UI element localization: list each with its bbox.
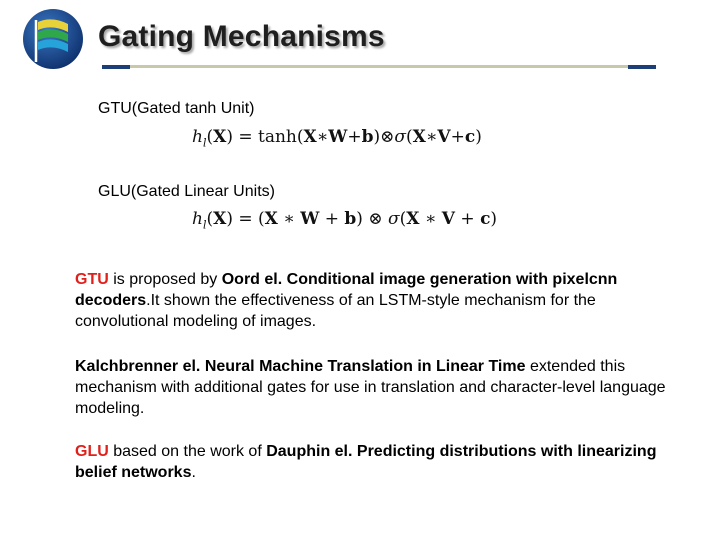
- title-rule-left: [102, 65, 130, 69]
- logo-icon: [23, 9, 83, 69]
- p3-text-b: .: [191, 464, 196, 481]
- page-title: Gating Mechanisms: [98, 20, 385, 53]
- p3-text-a: based on the work of: [108, 443, 267, 460]
- p1-text-a: is proposed by: [108, 271, 222, 288]
- paragraph-kalchbrenner: Kalchbrenner el. Neural Machine Translat…: [75, 356, 675, 419]
- glu-label: GLU(Gated Linear Units): [98, 183, 275, 200]
- paragraph-gtu: GTU is proposed by Oord el. Conditional …: [75, 269, 675, 332]
- gtu-label: GTU(Gated tanh Unit): [98, 100, 255, 117]
- p1-text-b: .It shown the effectiveness of an LSTM-s…: [75, 292, 596, 330]
- gtu-term: GTU: [75, 271, 109, 288]
- title-rule-right: [628, 65, 656, 69]
- p2-reference: Kalchbrenner el. Neural Machine Translat…: [75, 358, 526, 375]
- paragraph-glu: GLU based on the work of Dauphin el. Pre…: [75, 441, 675, 483]
- gtu-formula: hl(X) = tanh(X∗W+b)⊗σ(X∗V+c): [192, 127, 482, 150]
- title-rule: [130, 65, 628, 68]
- glu-term: GLU: [75, 443, 109, 460]
- glu-formula: hl(X) = (X ∗ W + b) ⊗ σ(X ∗ V + c): [192, 209, 498, 232]
